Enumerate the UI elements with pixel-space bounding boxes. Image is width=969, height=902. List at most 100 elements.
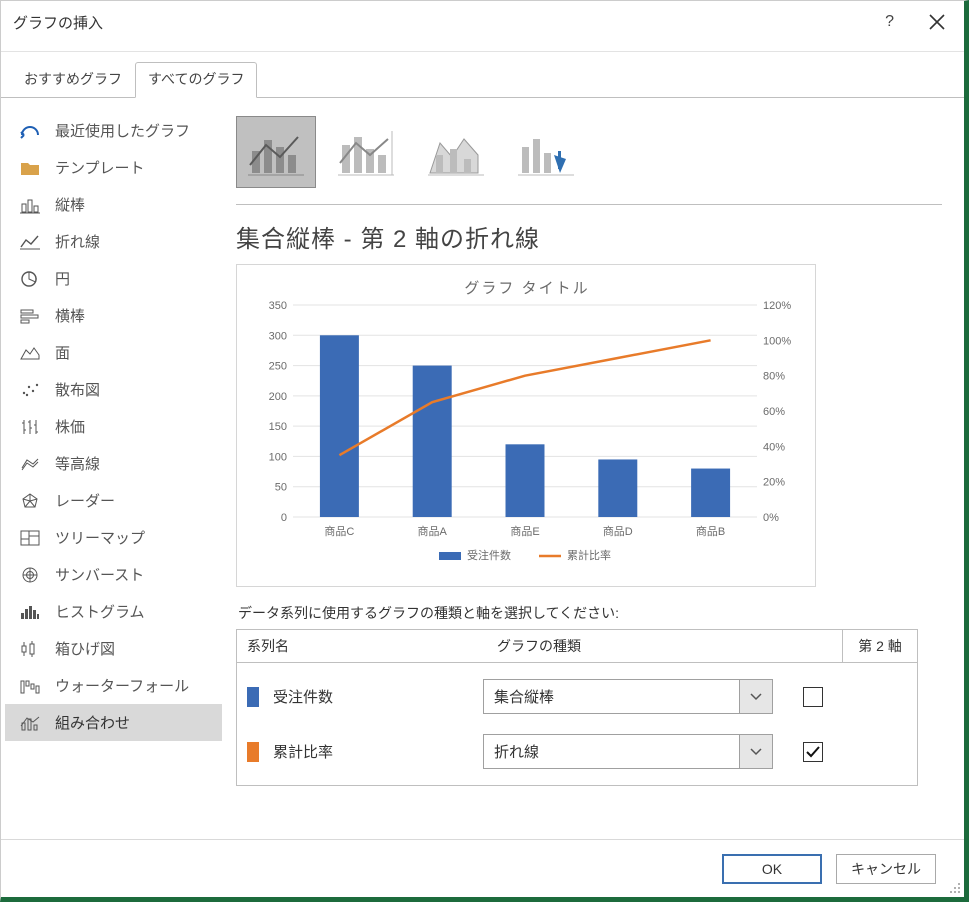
svg-text:200: 200 xyxy=(269,391,287,403)
sidebar-item-templates[interactable]: テンプレート xyxy=(5,149,222,186)
folder-icon xyxy=(19,158,41,178)
subtype-clustered-column-line-2axis[interactable] xyxy=(236,116,316,188)
check-icon xyxy=(805,744,821,760)
col-series-name: 系列名 xyxy=(237,630,487,662)
col-secondary-axis: 第 2 軸 xyxy=(842,630,917,662)
tab-bar: おすすめグラフ すべてのグラフ xyxy=(1,52,964,98)
sidebar-item-label: 組み合わせ xyxy=(55,712,130,733)
sidebar-item-radar[interactable]: レーダー xyxy=(5,482,222,519)
sidebar-item-waterfall[interactable]: ウォーターフォール xyxy=(5,667,222,704)
resize-grip-icon[interactable] xyxy=(949,882,961,894)
sidebar-item-label: 等高線 xyxy=(55,453,100,474)
subtype-icon xyxy=(426,125,486,179)
sidebar-item-bar[interactable]: 横棒 xyxy=(5,297,222,334)
sidebar-item-sunburst[interactable]: サンバースト xyxy=(5,556,222,593)
column-chart-icon xyxy=(19,195,41,215)
dropdown-value: 集合縦棒 xyxy=(483,679,739,714)
radar-chart-icon xyxy=(19,491,41,511)
sidebar-item-label: レーダー xyxy=(55,490,115,511)
sidebar-item-treemap[interactable]: ツリーマップ xyxy=(5,519,222,556)
sunburst-icon xyxy=(19,565,41,585)
tab-all-charts[interactable]: すべてのグラフ xyxy=(135,62,257,98)
svg-text:300: 300 xyxy=(269,330,287,342)
svg-text:100%: 100% xyxy=(763,335,791,347)
sidebar-item-surface[interactable]: 等高線 xyxy=(5,445,222,482)
help-button[interactable]: ? xyxy=(877,9,902,35)
subtype-icon xyxy=(336,125,396,179)
series-color-swatch xyxy=(247,742,259,762)
svg-text:商品C: 商品C xyxy=(324,524,354,538)
sidebar-item-boxwhisker[interactable]: 箱ひげ図 xyxy=(5,630,222,667)
sidebar-item-stock[interactable]: 株価 xyxy=(5,408,222,445)
subtype-custom-combo[interactable] xyxy=(506,116,586,188)
series-table: 系列名 グラフの種類 第 2 軸 受注件数 集合縦棒 xyxy=(236,629,918,786)
sidebar-item-label: サンバースト xyxy=(55,564,144,585)
secondary-axis-checkbox[interactable] xyxy=(803,687,823,707)
sidebar-item-label: ヒストグラム xyxy=(55,601,145,622)
series-name-label: 累計比率 xyxy=(273,741,483,762)
main-panel: 集合縦棒 - 第 2 軸の折れ線 グラフ タイトル050100150200250… xyxy=(226,98,964,840)
dialog-titlebar: グラフの挿入 ? xyxy=(1,1,964,52)
dropdown-value: 折れ線 xyxy=(483,734,739,769)
sidebar-item-recent[interactable]: 最近使用したグラフ xyxy=(5,112,222,149)
sidebar-item-label: 最近使用したグラフ xyxy=(55,120,190,141)
series-type-dropdown[interactable]: 折れ線 xyxy=(483,734,773,769)
sidebar-item-column[interactable]: 縦棒 xyxy=(5,186,222,223)
chart-preview-svg: グラフ タイトル0501001502002503003500%20%40%60%… xyxy=(249,275,805,575)
stock-chart-icon xyxy=(19,417,41,437)
dropdown-button[interactable] xyxy=(739,679,773,714)
sidebar-item-line[interactable]: 折れ線 xyxy=(5,223,222,260)
cancel-button[interactable]: キャンセル xyxy=(836,854,936,884)
dialog-title: グラフの挿入 xyxy=(13,12,103,33)
sidebar-item-label: 箱ひげ図 xyxy=(55,638,115,659)
svg-text:0%: 0% xyxy=(763,512,779,524)
line-chart-icon xyxy=(19,232,41,252)
series-row: 受注件数 集合縦棒 xyxy=(237,669,917,724)
subtype-icon xyxy=(516,125,576,179)
sidebar-item-label: テンプレート xyxy=(55,157,145,178)
sidebar-item-label: 折れ線 xyxy=(55,231,100,252)
sidebar-item-label: 円 xyxy=(55,268,70,289)
close-icon xyxy=(928,13,946,31)
ok-button[interactable]: OK xyxy=(722,854,822,884)
svg-text:累計比率: 累計比率 xyxy=(567,548,611,562)
dropdown-button[interactable] xyxy=(739,734,773,769)
subtype-stacked-area-column[interactable] xyxy=(416,116,496,188)
sidebar-item-label: ウォーターフォール xyxy=(55,675,189,696)
svg-text:受注件数: 受注件数 xyxy=(467,548,511,562)
series-type-dropdown[interactable]: 集合縦棒 xyxy=(483,679,773,714)
sidebar-item-histogram[interactable]: ヒストグラム xyxy=(5,593,222,630)
svg-text:50: 50 xyxy=(275,482,287,494)
series-row: 累計比率 折れ線 xyxy=(237,724,917,779)
sidebar-item-label: 縦棒 xyxy=(55,194,85,215)
svg-text:100: 100 xyxy=(269,451,287,463)
sidebar-item-label: 散布図 xyxy=(55,379,100,400)
sidebar-item-area[interactable]: 面 xyxy=(5,334,222,371)
subtype-title: 集合縦棒 - 第 2 軸の折れ線 xyxy=(236,219,942,254)
chart-subtype-row xyxy=(236,112,942,205)
svg-text:250: 250 xyxy=(269,361,287,373)
sidebar-item-label: 面 xyxy=(55,342,70,363)
tab-recommended[interactable]: おすすめグラフ xyxy=(11,62,135,98)
chevron-down-icon xyxy=(750,693,762,701)
waterfall-icon xyxy=(19,676,41,696)
bar-chart-icon xyxy=(19,306,41,326)
secondary-axis-checkbox[interactable] xyxy=(803,742,823,762)
sidebar-item-scatter[interactable]: 散布図 xyxy=(5,371,222,408)
svg-text:350: 350 xyxy=(269,300,287,312)
close-button[interactable] xyxy=(920,9,954,35)
svg-text:120%: 120% xyxy=(763,300,791,312)
svg-text:0: 0 xyxy=(281,512,287,524)
scatter-chart-icon xyxy=(19,380,41,400)
chart-preview[interactable]: グラフ タイトル0501001502002503003500%20%40%60%… xyxy=(236,264,816,587)
svg-text:グラフ タイトル: グラフ タイトル xyxy=(464,280,589,297)
sidebar-item-pie[interactable]: 円 xyxy=(5,260,222,297)
col-chart-type: グラフの種類 xyxy=(487,630,842,662)
sidebar-item-combo[interactable]: 組み合わせ xyxy=(5,704,222,741)
treemap-icon xyxy=(19,528,41,548)
pie-chart-icon xyxy=(19,269,41,289)
recent-icon xyxy=(19,121,41,141)
subtype-clustered-column-line[interactable] xyxy=(326,116,406,188)
boxwhisker-icon xyxy=(19,639,41,659)
area-chart-icon xyxy=(19,343,41,363)
